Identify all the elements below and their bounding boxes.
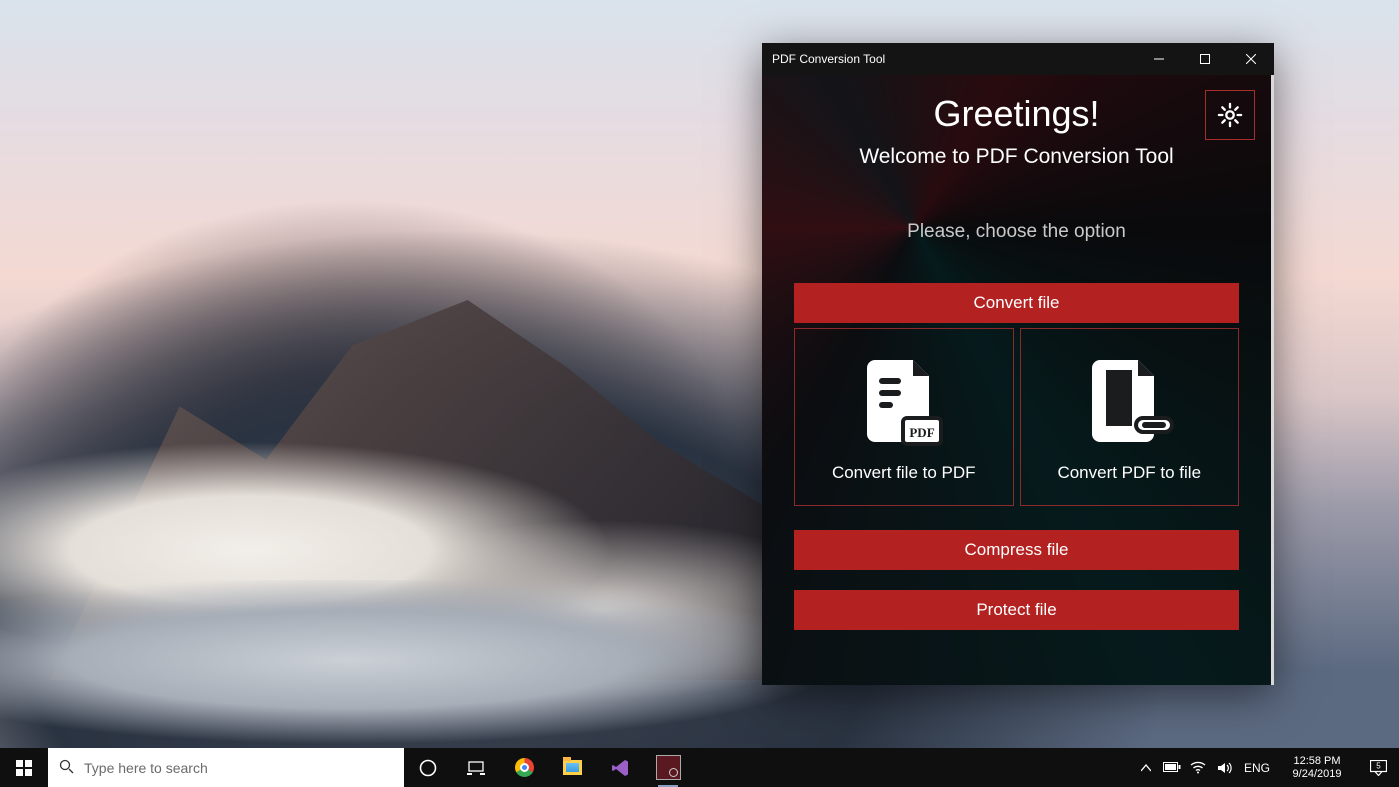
window-title: PDF Conversion Tool [762,52,885,66]
window-controls [1136,43,1274,75]
taskbar-app-file-explorer[interactable] [548,748,596,787]
close-icon [1246,54,1256,64]
tile-label: Convert PDF to file [1031,463,1229,483]
pdf-to-file-icon [1031,349,1229,457]
app-body: Greetings! Welcome to PDF Conversion Too… [762,75,1274,685]
settings-button[interactable] [1205,90,1255,140]
taskbar-app-visual-studio[interactable] [596,748,644,787]
convert-to-pdf-tile[interactable]: PDF Convert file to PDF [794,328,1014,506]
clock-date: 9/24/2019 [1281,768,1353,781]
chevron-up-icon [1141,764,1151,772]
file-explorer-icon [563,760,582,775]
minimize-button[interactable] [1136,43,1182,75]
welcome-text: Welcome to PDF Conversion Tool [762,145,1271,169]
battery-button[interactable] [1159,748,1185,787]
convert-from-pdf-tile[interactable]: Convert PDF to file [1020,328,1240,506]
greeting-text: Greetings! [762,93,1271,135]
cortana-button[interactable] [404,748,452,787]
windows-logo-icon [16,760,32,776]
language-indicator[interactable]: ENG [1237,748,1277,787]
taskbar-app-pdf-tool[interactable] [644,748,692,787]
close-button[interactable] [1228,43,1274,75]
notification-icon: 5 [1370,760,1387,776]
window-titlebar[interactable]: PDF Conversion Tool [762,43,1274,75]
volume-button[interactable] [1211,748,1237,787]
battery-icon [1163,762,1181,773]
volume-icon [1217,761,1232,775]
wifi-icon [1190,761,1206,774]
task-view-button[interactable] [452,748,500,787]
notification-count: 5 [1376,761,1381,770]
clock-time: 12:58 PM [1281,755,1353,768]
svg-text:PDF: PDF [909,425,934,440]
tile-label: Convert file to PDF [805,463,1003,483]
pdf-conversion-window: PDF Conversion Tool Greetings! Welcome t… [762,43,1274,685]
wifi-button[interactable] [1185,748,1211,787]
search-icon [48,759,84,777]
start-button[interactable] [0,748,48,787]
options-panel: Convert file PDF [794,283,1239,630]
search-box[interactable]: Type here to search [48,748,404,787]
convert-file-button[interactable]: Convert file [794,283,1239,323]
visual-studio-icon [610,758,630,778]
app-header: Greetings! Welcome to PDF Conversion Too… [762,75,1271,243]
cortana-icon [419,759,437,777]
file-to-pdf-icon: PDF [805,349,1003,457]
gear-icon [1216,101,1244,129]
taskbar-app-chrome[interactable] [500,748,548,787]
action-center-button[interactable]: 5 [1357,748,1399,787]
task-view-icon [467,761,485,775]
clock[interactable]: 12:58 PM 9/24/2019 [1277,755,1357,781]
search-placeholder: Type here to search [84,760,208,776]
chrome-icon [515,758,534,777]
tray-chevron-button[interactable] [1133,748,1159,787]
compress-file-button[interactable]: Compress file [794,530,1239,570]
pdf-tool-icon [656,755,681,780]
convert-tiles: PDF Convert file to PDF [794,328,1239,506]
maximize-icon [1200,54,1210,64]
taskbar: Type here to search ENG 12:58 PM 9/24 [0,748,1399,787]
maximize-button[interactable] [1182,43,1228,75]
protect-file-button[interactable]: Protect file [794,590,1239,630]
prompt-text: Please, choose the option [762,221,1271,243]
minimize-icon [1154,54,1164,64]
